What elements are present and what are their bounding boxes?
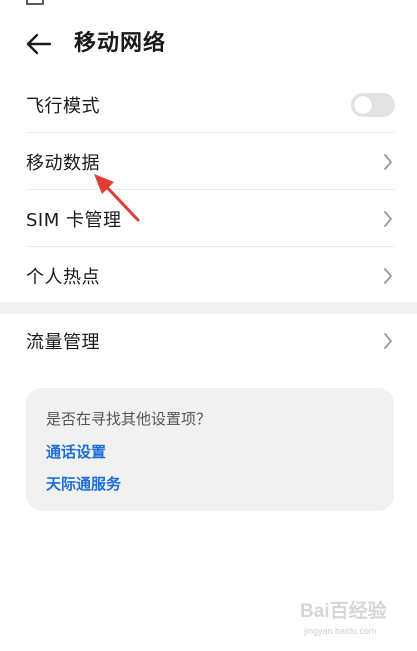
- status-bar-icon-fragment: [26, 0, 44, 5]
- page-title: 移动网络: [74, 31, 167, 56]
- data-usage-management-label: 流量管理: [26, 332, 100, 353]
- airplane-mode-toggle[interactable]: [351, 92, 395, 117]
- header: 移动网络: [0, 20, 417, 68]
- chevron-right-icon: [384, 267, 392, 284]
- skytone-service-link[interactable]: 天际通服务: [46, 473, 121, 494]
- mobile-data-label: 移动数据: [26, 152, 100, 174]
- sim-card-management-row[interactable]: SIM 卡管理: [0, 190, 417, 247]
- watermark-url: jingyan.baidu.com: [304, 626, 377, 636]
- suggestion-card: 是否在寻找其他设置项？ 通话设置 天际通服务: [26, 388, 394, 511]
- data-usage-management-row[interactable]: 流量管理: [0, 314, 417, 368]
- chevron-right-icon: [384, 153, 392, 170]
- mobile-data-row[interactable]: 移动数据: [0, 133, 417, 190]
- baidu-jingyan-watermark: Bai百经验 jingyan.baidu.com: [300, 596, 400, 644]
- suggestion-question: 是否在寻找其他设置项？: [46, 410, 212, 428]
- toggle-knob: [354, 95, 372, 114]
- watermark-logo: Bai百经验: [300, 601, 387, 622]
- settings-group-network: 飞行模式 移动数据 SIM 卡管理 个人热点: [0, 76, 417, 304]
- airplane-mode-label: 飞行模式: [26, 95, 100, 117]
- airplane-mode-row[interactable]: 飞行模式: [0, 76, 417, 133]
- section-separator: [0, 302, 417, 314]
- chevron-right-icon: [384, 333, 392, 349]
- back-arrow-icon: [26, 33, 52, 55]
- mobile-network-settings-page: 移动网络 飞行模式 移动数据 SIM 卡管理 个人热点 流量管理 是否在寻找其他…: [0, 0, 417, 651]
- personal-hotspot-row[interactable]: 个人热点: [0, 247, 417, 304]
- chevron-right-icon: [384, 210, 392, 227]
- call-settings-link[interactable]: 通话设置: [46, 441, 106, 462]
- sim-card-management-label: SIM 卡管理: [26, 209, 122, 231]
- back-button[interactable]: [24, 30, 54, 58]
- settings-group-data: 流量管理: [0, 314, 417, 368]
- personal-hotspot-label: 个人热点: [26, 266, 100, 288]
